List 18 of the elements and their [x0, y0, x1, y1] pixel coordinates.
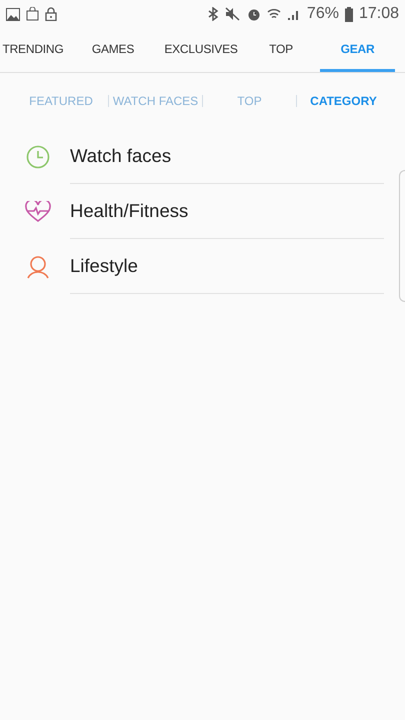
battery-icon — [344, 6, 353, 22]
category-item[interactable]: Lifestyle — [70, 239, 384, 294]
alarm-icon — [246, 7, 261, 21]
scroll-handle[interactable] — [399, 170, 405, 302]
lock-icon — [45, 7, 57, 21]
bluetooth-icon — [206, 7, 219, 21]
tab[interactable]: EXCLUSIVES — [160, 28, 242, 72]
battery-percentage: 76% — [306, 5, 339, 23]
wifi-icon — [266, 7, 281, 21]
tab[interactable]: GAMES — [66, 28, 160, 72]
tab[interactable]: TRENDING — [0, 28, 66, 72]
tab[interactable]: TOP — [242, 28, 320, 72]
category-item[interactable]: Health/Fitness — [70, 184, 384, 239]
clock-time: 17:08 — [358, 5, 399, 23]
gallery-icon — [6, 8, 20, 20]
category-item[interactable]: Watch faces — [70, 129, 384, 184]
shopping-bag-icon — [26, 7, 39, 21]
mute-icon — [224, 7, 241, 21]
